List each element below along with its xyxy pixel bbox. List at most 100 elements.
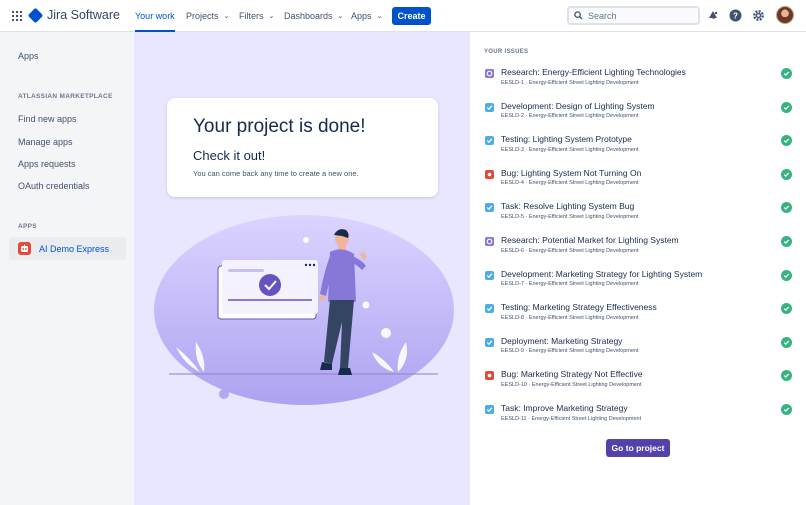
issue-project-name: Energy-Efficient Street Lighting Develop… xyxy=(528,180,639,187)
search-input[interactable] xyxy=(588,10,688,21)
issue-key-project: EESLD-2 · Energy-Efficient Street Lighti… xyxy=(501,113,638,119)
help-icon[interactable]: ? xyxy=(728,8,742,22)
done-check-icon xyxy=(781,236,792,247)
notifications-icon[interactable] xyxy=(706,8,720,22)
issue-key-project: EESLD-7 · Energy-Efficient Street Lighti… xyxy=(501,281,638,287)
issue-key: EESLD-2 xyxy=(501,113,524,120)
jira-diamond-icon xyxy=(27,7,44,23)
sidebar-heading-marketplace: ATLASSIAN MARKETPLACE xyxy=(18,93,113,100)
issues-heading: YOUR ISSUES xyxy=(484,49,529,55)
issue-row[interactable]: Research: Energy-Efficient Lighting Tech… xyxy=(485,66,797,92)
issue-title[interactable]: Task: Improve Marketing Strategy xyxy=(501,403,628,413)
issue-project-name: Energy-Efficient Street Lighting Develop… xyxy=(531,381,642,388)
task-checkbox-icon xyxy=(485,136,494,146)
issue-row[interactable]: Testing: Lighting System Prototype EESLD-… xyxy=(485,133,797,159)
sidebar-item-manage-apps[interactable]: Manage apps xyxy=(18,137,73,147)
done-check-icon xyxy=(781,404,792,415)
issue-row[interactable]: Development: Marketing Strategy for Ligh… xyxy=(485,268,797,294)
issue-title[interactable]: Testing: Lighting System Prototype xyxy=(501,134,632,144)
issue-title[interactable]: Research: Potential Market for Lighting … xyxy=(501,235,679,245)
done-check-icon xyxy=(781,269,792,281)
completion-card: Your project is done! Check it out! You … xyxy=(167,98,438,197)
issue-title[interactable]: Deployment: Marketing Strategy xyxy=(501,336,622,346)
issue-row[interactable]: Task: Resolve Lighting System Bug EESLD-5… xyxy=(485,200,797,226)
chevron-down-icon: ⌄ xyxy=(376,12,383,20)
go-to-project-button[interactable]: Go to project xyxy=(606,439,670,457)
issue-row[interactable]: Bug: Lighting System Not Turning On EESLD… xyxy=(485,167,797,193)
task-checkbox-icon xyxy=(485,304,494,314)
sidebar-item-apps-requests[interactable]: Apps requests xyxy=(18,159,76,169)
done-check-icon xyxy=(781,370,792,382)
create-button[interactable]: Create xyxy=(392,7,431,25)
sidebar-apps-link[interactable]: Apps xyxy=(18,51,39,61)
issue-row[interactable]: Task: Improve Marketing Strategy EESLD-11… xyxy=(485,402,797,428)
nav-dashboards[interactable]: Dashboards ⌄ xyxy=(284,0,343,32)
nav-filters-label: Filters xyxy=(239,10,264,21)
nav-projects-label: Projects xyxy=(186,10,219,21)
issue-project-name: Energy-Efficient Street Lighting Develop… xyxy=(528,213,639,220)
issue-key: EESLD-3 xyxy=(501,146,524,153)
nav-apps[interactable]: Apps ⌄ xyxy=(351,0,382,32)
issue-key: EESLD-5 xyxy=(501,213,524,220)
task-checkbox-icon xyxy=(485,203,494,213)
issue-row[interactable]: Bug: Marketing Strategy Not Effective EES… xyxy=(485,368,797,394)
issue-title[interactable]: Task: Resolve Lighting System Bug xyxy=(501,201,634,211)
chevron-down-icon: ⌄ xyxy=(268,12,275,20)
product-name: Jira Software xyxy=(47,8,120,22)
issue-title[interactable]: Development: Design of Lighting System xyxy=(501,101,655,111)
issue-project-name: Energy-Efficient Street Lighting Develop… xyxy=(528,79,639,86)
issue-project-name: Energy-Efficient Street Lighting Develop… xyxy=(528,113,639,120)
issue-key-project: EESLD-3 · Energy-Efficient Street Lighti… xyxy=(501,147,638,153)
issue-key-project: EESLD-6 · Energy-Efficient Street Lighti… xyxy=(501,248,638,254)
issue-title[interactable]: Research: Energy-Efficient Lighting Tech… xyxy=(501,67,686,77)
app-switcher-icon[interactable] xyxy=(12,11,22,21)
issue-key: EESLD-10 xyxy=(501,381,527,388)
page-title: Your project is done! xyxy=(193,116,366,137)
svg-text:?: ? xyxy=(733,11,738,20)
nav-apps-label: Apps xyxy=(351,10,372,21)
task-checkbox-icon xyxy=(485,337,494,347)
task-checkbox-icon xyxy=(485,405,494,414)
bug-issue-icon xyxy=(485,169,494,179)
issue-row[interactable]: Testing: Marketing Strategy Effectivenes… xyxy=(485,301,797,327)
issue-title[interactable]: Testing: Marketing Strategy Effectivenes… xyxy=(501,302,657,312)
issue-title[interactable]: Bug: Marketing Strategy Not Effective xyxy=(501,369,643,379)
issue-key-project: EESLD-10 · Energy-Efficient Street Light… xyxy=(501,382,642,388)
sidebar-item-oauth-credentials[interactable]: OAuth credentials xyxy=(18,181,90,191)
done-check-icon xyxy=(781,68,792,79)
issue-row[interactable]: Development: Design of Lighting System EE… xyxy=(485,100,797,126)
chevron-down-icon: ⌄ xyxy=(223,12,230,20)
project-done-illustration xyxy=(154,215,454,405)
nav-your-work[interactable]: Your work xyxy=(135,0,175,32)
done-check-icon xyxy=(781,101,792,113)
issue-key-project: EESLD-5 · Energy-Efficient Street Lighti… xyxy=(501,214,638,220)
issue-key: EESLD-6 xyxy=(501,247,524,254)
issue-key: EESLD-1 xyxy=(501,79,524,86)
avatar[interactable] xyxy=(776,6,794,24)
nav-filters[interactable]: Filters ⌄ xyxy=(239,0,274,32)
issue-row[interactable]: Deployment: Marketing Strategy EESLD-9 · … xyxy=(485,335,797,361)
issue-key: EESLD-11 xyxy=(501,415,527,422)
sidebar-heading-apps: APPS xyxy=(18,223,37,230)
search-box[interactable] xyxy=(567,6,700,25)
nav-projects[interactable]: Projects ⌄ xyxy=(186,0,229,32)
done-check-icon xyxy=(781,303,792,315)
sidebar-item-ai-demo-express[interactable]: AI Demo Express xyxy=(9,237,126,260)
page-note: You can come back any time to create a n… xyxy=(193,169,359,178)
issue-row[interactable]: Research: Potential Market for Lighting … xyxy=(485,234,797,260)
jira-logo[interactable]: Jira Software xyxy=(27,7,120,23)
settings-icon[interactable] xyxy=(751,8,765,22)
sidebar-item-label: AI Demo Express xyxy=(39,243,110,254)
issue-project-name: Energy-Efficient Street Lighting Develop… xyxy=(531,415,642,422)
issue-title[interactable]: Bug: Lighting System Not Turning On xyxy=(501,168,641,178)
bug-issue-icon xyxy=(485,371,494,381)
issue-key: EESLD-8 xyxy=(501,314,524,321)
your-issues-panel: YOUR ISSUES Research: Energy-Efficient L… xyxy=(470,32,806,505)
task-checkbox-icon xyxy=(485,270,494,280)
issue-key: EESLD-4 xyxy=(501,180,524,187)
issue-key: EESLD-7 xyxy=(501,281,524,288)
issue-key: EESLD-9 xyxy=(501,348,524,355)
done-check-icon xyxy=(781,336,792,348)
issue-title[interactable]: Development: Marketing Strategy for Ligh… xyxy=(501,269,702,279)
sidebar-item-find-new-apps[interactable]: Find new apps xyxy=(18,114,77,124)
